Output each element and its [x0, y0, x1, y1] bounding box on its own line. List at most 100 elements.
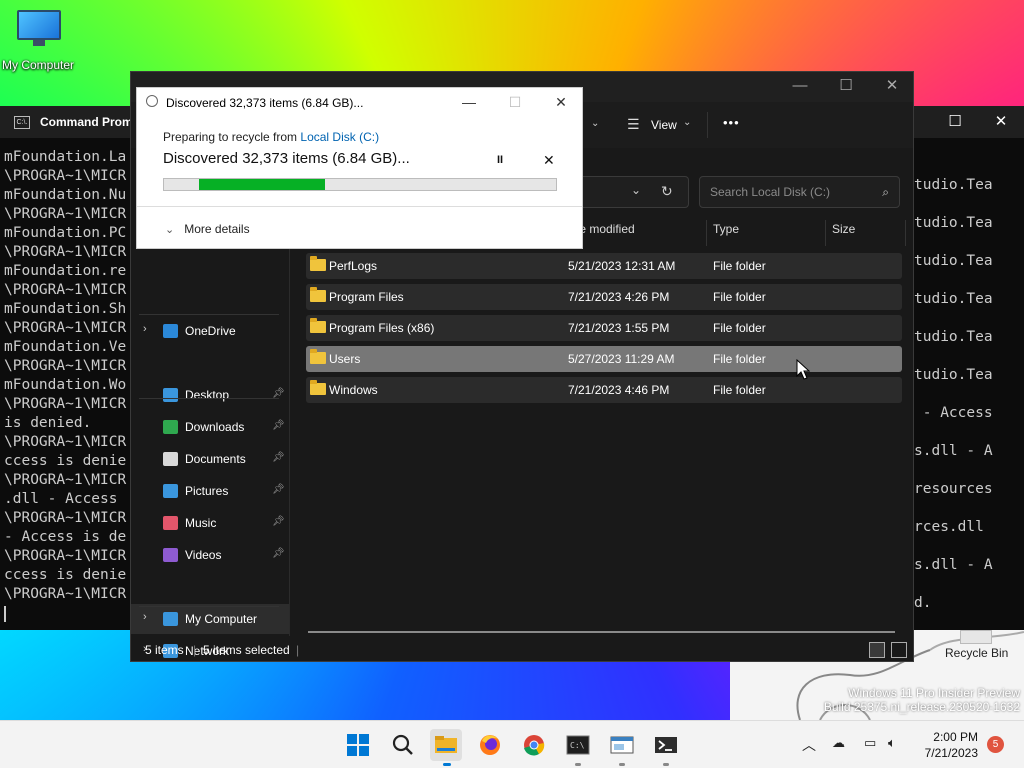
sidebar-item-videos[interactable]: Videos 📌︎: [131, 540, 289, 570]
sidebar-item-documents[interactable]: Documents 📌︎: [131, 444, 289, 474]
watermark-line1: Windows 11 Pro Insider Preview: [848, 686, 1020, 700]
system-clock[interactable]: 2:00 PM 7/21/2023: [918, 729, 978, 761]
sidebar-item-my-computer[interactable]: › My Computer: [131, 604, 289, 634]
control-panel-taskbar-button[interactable]: [606, 729, 638, 761]
file-name: Users: [329, 352, 361, 366]
volume-icon[interactable]: 🔈︎: [888, 735, 896, 751]
column-header-size[interactable]: Size: [832, 222, 855, 244]
search-input[interactable]: Search Local Disk (C:) ⌕: [699, 176, 900, 208]
console-line: \PROGRA~1\MICR: [4, 168, 127, 184]
dialog-titlebar[interactable]: Discovered 32,373 items (6.84 GB)... — ☐…: [137, 88, 582, 116]
cancel-button[interactable]: ✕: [543, 152, 555, 169]
horizontal-scrollbar[interactable]: [308, 631, 895, 633]
onedrive-offline-icon[interactable]: ☁: [832, 735, 845, 751]
chevron-down-icon[interactable]: ⌄: [591, 118, 599, 129]
sidebar-item-pictures[interactable]: Pictures 📌︎: [131, 476, 289, 506]
console-line: mFoundation.Nu: [4, 187, 127, 203]
maximize-icon[interactable]: ☐: [932, 106, 978, 138]
file-row[interactable]: PerfLogs 5/21/2023 12:31 AM File folder: [306, 253, 902, 279]
dialog-title: Discovered 32,373 items (6.84 GB)...: [166, 96, 364, 110]
pause-button[interactable]: II: [497, 154, 503, 166]
folder-icon: [435, 736, 457, 753]
chevron-down-icon[interactable]: ⌄: [631, 183, 641, 197]
sidebar-item-downloads[interactable]: Downloads 📌︎: [131, 412, 289, 442]
column-separator[interactable]: [905, 220, 906, 246]
sidebar-item-onedrive[interactable]: › OneDrive: [131, 316, 289, 346]
terminal-taskbar-button[interactable]: [650, 729, 682, 761]
recycle-progress-dialog[interactable]: Discovered 32,373 items (6.84 GB)... — ☐…: [136, 87, 583, 249]
minimize-icon[interactable]: —: [457, 92, 481, 112]
sidebar-item-label: Desktop: [185, 388, 230, 402]
console-line-right: tudio.Tea: [914, 177, 993, 193]
start-button[interactable]: [342, 729, 374, 761]
maximize-icon[interactable]: ☐: [823, 70, 869, 102]
column-header-type[interactable]: Type: [713, 222, 739, 244]
sidebar-separator: [139, 398, 279, 399]
file-explorer-taskbar-button[interactable]: [430, 729, 462, 761]
pin-icon[interactable]: 📌︎: [272, 420, 285, 431]
file-row[interactable]: Users 5/27/2023 11:29 AM File folder: [306, 346, 902, 372]
column-header-date[interactable]: te modified: [576, 222, 635, 244]
file-type: File folder: [713, 352, 766, 366]
pin-icon[interactable]: 📌︎: [272, 484, 285, 495]
file-row[interactable]: Program Files (x86) 7/21/2023 1:55 PM File…: [306, 315, 902, 341]
recycle-bin-icon[interactable]: [960, 630, 992, 644]
large-icons-view-button[interactable]: [891, 642, 907, 658]
file-row[interactable]: Program Files 7/21/2023 4:26 PM File folde…: [306, 284, 902, 310]
more-details-button[interactable]: ⌄ More details: [165, 222, 250, 236]
search-icon[interactable]: ⌕: [882, 177, 889, 207]
source-drive-link[interactable]: Local Disk (C:): [300, 130, 379, 144]
sidebar-item-music[interactable]: Music 📌︎: [131, 508, 289, 538]
pin-icon[interactable]: 📌︎: [272, 452, 285, 463]
firefox-taskbar-button[interactable]: [474, 729, 506, 761]
chrome-taskbar-button[interactable]: [518, 729, 550, 761]
network-icon[interactable]: ▭: [864, 735, 876, 751]
file-name: Windows: [329, 383, 378, 397]
console-line: mFoundation.re: [4, 263, 127, 279]
minimize-icon[interactable]: —: [777, 70, 823, 102]
folder-icon: [310, 287, 326, 302]
navigation-pane: › OneDrive Desktop 📌︎ Downloads 📌︎ Documents 📌︎…: [131, 236, 289, 658]
pin-icon[interactable]: 📌︎: [272, 548, 285, 559]
navigation-pane-divider[interactable]: [289, 236, 290, 636]
my-computer-desktop-label[interactable]: My Computer: [2, 58, 74, 72]
progress-bar: [163, 178, 557, 191]
column-separator[interactable]: [706, 220, 707, 246]
running-indicator: [619, 763, 625, 766]
recycle-bin-label[interactable]: Recycle Bin: [945, 646, 1008, 660]
taskbar: C:\ ︿ ☁ ▭ 🔈︎ 2:00 PM 7/21/2023: [0, 720, 1024, 768]
chevron-up-icon[interactable]: ︿: [802, 735, 816, 755]
close-icon[interactable]: ✕: [549, 92, 573, 112]
console-line-right: tudio.Tea: [914, 253, 993, 269]
notification-badge[interactable]: 5: [987, 736, 1004, 753]
dialog-headline: Discovered 32,373 items (6.84 GB)...: [163, 150, 410, 167]
search-button[interactable]: [387, 729, 419, 761]
chevron-down-icon: ⌄: [165, 224, 175, 236]
chevron-down-icon[interactable]: ⌄: [683, 117, 691, 128]
close-icon[interactable]: ✕: [869, 70, 915, 102]
file-type: File folder: [713, 290, 766, 304]
address-bar[interactable]: ⌄ ↻: [579, 176, 689, 208]
close-icon[interactable]: ✕: [978, 106, 1024, 138]
sidebar-item-label: Videos: [185, 548, 222, 562]
column-separator[interactable]: [825, 220, 826, 246]
watermark-line2: Build 25375.ni_release.230520-1632: [823, 700, 1020, 714]
pin-icon[interactable]: 📌︎: [272, 516, 285, 527]
sidebar-item-desktop[interactable]: Desktop 📌︎: [131, 380, 289, 410]
console-line: mFoundation.La: [4, 149, 127, 165]
chevron-right-icon[interactable]: ›: [143, 323, 147, 335]
active-indicator: [443, 763, 451, 766]
refresh-icon[interactable]: ↻: [661, 183, 673, 200]
more-options-button[interactable]: •••: [723, 115, 740, 130]
my-computer-desktop-icon[interactable]: [17, 10, 61, 46]
sidebar-separator: [139, 314, 279, 315]
chevron-right-icon[interactable]: ›: [143, 611, 147, 623]
file-type: File folder: [713, 383, 766, 397]
command-prompt-taskbar-button[interactable]: C:\: [562, 729, 594, 761]
console-line: \PROGRA~1\MICR: [4, 358, 127, 374]
view-button[interactable]: View: [651, 118, 677, 132]
maximize-icon: ☐: [508, 94, 522, 110]
file-date-modified: 7/21/2023 1:55 PM: [568, 321, 670, 335]
details-view-button[interactable]: [869, 642, 885, 658]
file-row[interactable]: Windows 7/21/2023 4:46 PM File folder: [306, 377, 902, 403]
